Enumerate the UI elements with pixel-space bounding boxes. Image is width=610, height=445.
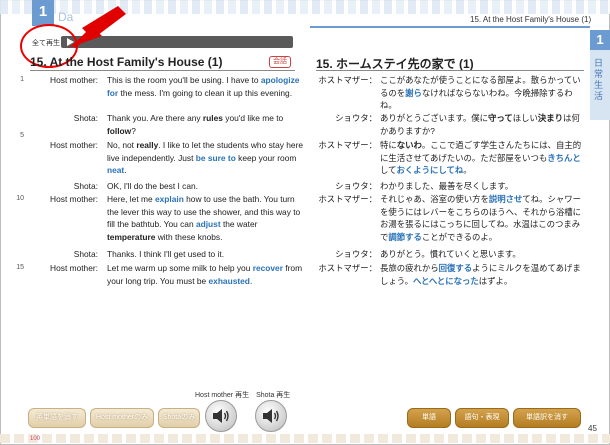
header-rule [310, 26, 590, 28]
vocabulary-button[interactable]: 単語 [407, 408, 451, 428]
shota-only-button[interactable]: Shotaのみ [158, 408, 200, 428]
vocab-word[interactable]: neat [107, 165, 124, 175]
dialogue-text: No, not really. I like to let the studen… [107, 140, 304, 176]
dialogue-text: Let me warm up some milk to help you rec… [107, 263, 303, 286]
speaker-name: Host mother: [50, 263, 98, 273]
english-title-rule [30, 70, 295, 71]
vocab-word[interactable]: temperature [107, 232, 155, 242]
phrases-button[interactable]: 語句・表現 [455, 408, 509, 428]
hide-english-button[interactable]: 英単語を消す [28, 408, 86, 428]
vocab-word[interactable]: へとへとになった [413, 276, 479, 286]
bottom-decorative-band [0, 434, 610, 443]
dialogue-text: 長旅の疲れから回復するようにミルクを温めてあげましょう。へとへとになったはずよ。 [380, 263, 581, 286]
speaker-name: ショウタ： [335, 249, 377, 259]
dialogue-text: OK, I'll do the best I can. [107, 181, 198, 191]
speaker-name: Shota: [73, 249, 98, 259]
vocab-word[interactable]: 謝ら [405, 88, 422, 98]
speaker-icon [213, 409, 229, 423]
vocab-word[interactable]: rules [203, 113, 223, 123]
vocab-word[interactable]: きちんと [547, 153, 581, 163]
dialogue-text: 特にないわ。ここで過ごす学生さんたちには、自主的に生活させてあげたいの。ただ部屋… [380, 140, 582, 176]
vocab-word[interactable]: exhausted [209, 276, 250, 286]
english-title: 15. At the Host Family's House (1) [30, 55, 223, 69]
speaker-name: Host mother: [50, 75, 98, 85]
dialogue-text: わかりました、最善を尽くします。 [380, 181, 514, 191]
vocab-word[interactable]: explain [155, 194, 184, 204]
speaker-name: ホストマザー： [318, 140, 377, 150]
page-number-left: 100 [30, 436, 41, 442]
speaker-name: ショウタ： [335, 113, 377, 123]
page-number-right: 45 [588, 424, 597, 433]
vocab-word[interactable]: really [136, 140, 158, 150]
speaker-icon [263, 409, 279, 423]
dialogue-text: ありがとうございます。僕に守ってほしい決まりは何かありますか? [380, 113, 580, 136]
speaker-name: Shota: [73, 181, 98, 191]
speaker-name: ホストマザー： [318, 75, 377, 85]
host-mother-play-button[interactable] [205, 400, 237, 432]
hide-translation-button[interactable]: 単語訳を消す [513, 408, 581, 428]
vocab-word[interactable]: adjust [196, 219, 221, 229]
dialogue-text: Thanks. I think I'll get used to it. [107, 249, 225, 259]
vocab-word[interactable]: be sure to [196, 153, 236, 163]
vocab-word[interactable]: 説明させ [489, 194, 523, 204]
shota-play-button[interactable] [255, 400, 287, 432]
chapter-name: 日常生活 [594, 58, 604, 101]
vocab-word[interactable]: 守って [488, 113, 513, 123]
conversation-badge[interactable]: 会話 [269, 56, 291, 68]
running-header: 15. At the Host Family's House (1) [470, 15, 592, 24]
vocab-word[interactable]: ないわ [397, 140, 422, 150]
dialogue-text: Thank you. Are there any rules you'd lik… [107, 113, 284, 136]
speaker-name: ショウタ： [335, 181, 377, 191]
vocab-word[interactable]: 回復する [439, 263, 473, 273]
day-number-badge: 1 [32, 0, 54, 26]
speaker-name: Host mother: [50, 140, 98, 150]
vocab-word[interactable]: おくようにしてね [397, 165, 464, 175]
vocab-word[interactable]: follow [107, 126, 131, 136]
dialogue-text: This is the room you'll be using. I have… [107, 75, 300, 98]
dialogue-text: ありがとう。慣れていくと思います。 [380, 249, 521, 259]
annotation-arrow-icon [68, 6, 126, 48]
host-mother-only-button[interactable]: Host motherのみ [90, 408, 154, 428]
vocab-word[interactable]: 決まり [538, 113, 563, 123]
japanese-title-rule [316, 70, 584, 71]
chapter-side-tab[interactable]: 1 日常生活 [590, 30, 610, 120]
dialogue-text: ここがあなたが使うことになる部屋よ。散らかっているのを謝らなければならないわね。… [380, 75, 581, 111]
dialogue-text: それじゃあ、浴室の使い方を説明させてね。シャワーを使うにはレバーをこちらのほうへ… [380, 194, 581, 242]
chapter-number: 1 [590, 30, 610, 50]
dialogue-text: Here, let me explain how to use the bath… [107, 194, 301, 242]
speaker-name: Shota: [73, 113, 98, 123]
speaker-name: ホストマザー： [318, 263, 377, 273]
speaker-name: ホストマザー： [318, 194, 377, 204]
speaker-name: Host mother: [50, 194, 98, 204]
vocab-word[interactable]: 調節する [388, 232, 422, 242]
vocab-word[interactable]: recover [253, 263, 283, 273]
speaker-play-caption: Host mother 再生 Shota 再生 [195, 392, 291, 399]
